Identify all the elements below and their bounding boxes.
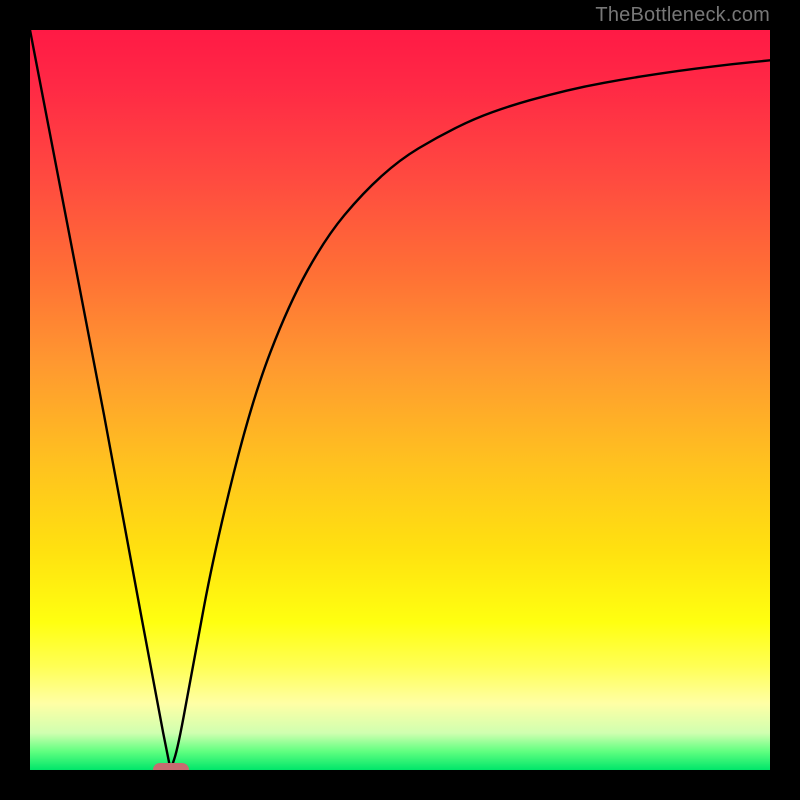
- bottleneck-chart: TheBottleneck.com: [0, 0, 800, 800]
- optimum-marker: [153, 763, 189, 770]
- bottleneck-curve: [30, 30, 770, 770]
- plot-area: [30, 30, 770, 770]
- watermark-text: TheBottleneck.com: [595, 4, 770, 27]
